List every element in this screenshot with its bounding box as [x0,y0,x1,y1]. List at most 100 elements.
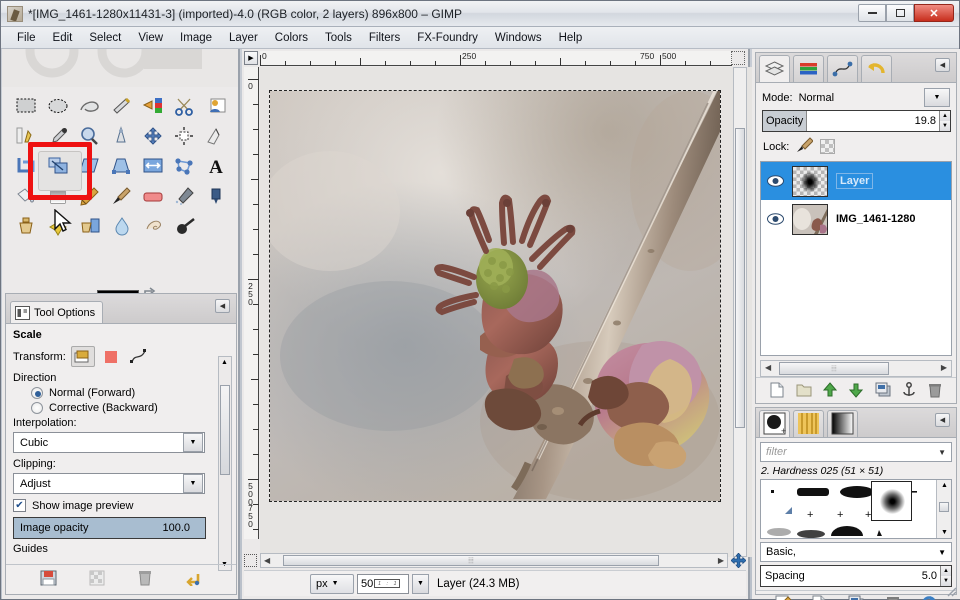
layer-list-scrollbar[interactable]: ◀ ⦙⦙⦙ ▶ [760,360,952,377]
menu-fx-foundry[interactable]: FX-Foundry [409,30,486,46]
direction-normal-radio[interactable] [31,387,43,399]
zoom-image-button[interactable] [731,51,745,65]
paintbrush-icon[interactable] [105,181,137,211]
brush-tag-select[interactable]: Basic, ▼ [760,542,952,562]
tab-channels[interactable] [793,55,824,82]
interpolation-select[interactable]: Cubic ▼ [13,432,205,453]
transform-layer-button[interactable] [70,346,95,367]
direction-corrective-row[interactable]: Corrective (Backward) [31,402,229,414]
tab-paths[interactable] [827,55,858,82]
dodge-burn-icon[interactable] [170,211,202,241]
scroll-down-icon[interactable]: ▼ [941,529,948,536]
menu-tools[interactable]: Tools [317,30,360,46]
lower-layer-button[interactable] [848,382,864,401]
close-button[interactable]: ✕ [914,4,954,22]
duplicate-brush-button[interactable] [848,595,864,600]
transform-selection-button[interactable] [99,346,123,367]
menu-filters[interactable]: Filters [361,30,408,46]
layer-row-0[interactable]: Layer [761,162,951,200]
eraser-icon[interactable] [137,181,169,211]
save-tool-preset-button[interactable] [40,570,57,589]
lock-alpha-button[interactable] [820,139,836,154]
unit-select[interactable]: px ▼ [310,573,354,594]
select-by-color-icon[interactable] [137,91,169,121]
selected-brush-thumbnail[interactable] [871,481,912,521]
airbrush-icon[interactable] [169,181,201,211]
zoom-input[interactable]: 50 1:1 [357,573,409,594]
tab-brushes[interactable]: + [759,410,790,437]
vertical-ruler[interactable]: 0 250 500 [244,67,259,539]
menu-select[interactable]: Select [81,30,129,46]
menu-file[interactable]: File [9,30,44,46]
tab-patterns[interactable] [793,410,824,437]
layer-scroll-thumb[interactable]: ⦙⦙⦙ [779,362,889,375]
reset-tool-options-button[interactable] [185,570,202,589]
ellipse-select-icon[interactable] [42,91,74,121]
direction-normal-row[interactable]: Normal (Forward) [31,387,229,399]
brushes-menu-button[interactable]: ◀ [935,413,950,427]
layer-opacity-stepper[interactable]: ▲ ▼ [939,111,950,131]
lock-pixels-button[interactable] [796,137,815,156]
menu-colors[interactable]: Colors [267,30,316,46]
scroll-right-icon[interactable]: ▶ [718,556,724,565]
measure-icon[interactable] [105,121,137,151]
fuzzy-select-icon[interactable] [105,91,137,121]
text-icon[interactable]: A [200,151,232,181]
show-image-preview-checkbox[interactable]: ✔ [13,499,26,512]
rect-select-icon[interactable] [10,91,42,121]
perspective-icon[interactable] [105,151,137,181]
scroll-up-icon[interactable]: ▲ [221,359,228,366]
canvas-menu-button[interactable]: ▶ [244,51,258,65]
canvas-horizontal-scrollbar[interactable]: ◀ ⦙⦙⦙ ▶ [260,553,728,568]
layer-name-0[interactable]: Layer [836,173,874,189]
new-brush-button[interactable] [812,595,826,600]
layer-name-1[interactable]: IMG_1461-1280 [836,213,916,225]
delete-tool-preset-button[interactable] [137,570,153,589]
brush-filter-input[interactable]: filter ▼ [760,442,952,462]
scroll-thumb[interactable] [220,385,230,475]
spacing-stepper[interactable]: ▲ ▼ [940,566,951,586]
image-opacity-slider[interactable]: Image opacity 100.0 ▲▼ [13,517,206,539]
clone-icon[interactable] [10,211,42,241]
menu-image[interactable]: Image [172,30,220,46]
tab-layers[interactable] [759,55,790,82]
menu-help[interactable]: Help [551,30,591,46]
flip-icon[interactable] [137,151,169,181]
layers-menu-button[interactable]: ◀ [935,58,950,72]
scroll-right-icon[interactable]: ▶ [941,363,947,372]
quick-mask-button[interactable] [244,554,257,567]
paths-icon[interactable] [10,121,42,151]
crop-icon[interactable] [10,151,42,181]
free-select-icon[interactable] [73,91,105,121]
tab-undo-history[interactable] [861,55,892,82]
tab-gradients[interactable] [827,410,858,437]
new-layer-button[interactable] [770,382,784,401]
cage-transform-icon[interactable] [169,151,201,181]
image-canvas[interactable] [269,90,721,502]
scissors-select-icon[interactable] [169,91,201,121]
zoom-icon[interactable] [73,121,105,151]
foreground-select-icon[interactable] [200,91,232,121]
ink-icon[interactable] [200,181,232,211]
scroll-left-icon[interactable]: ◀ [264,556,270,565]
edit-brush-button[interactable] [775,595,792,600]
resize-grip[interactable] [945,585,957,597]
clipping-select[interactable]: Adjust ▼ [13,473,205,494]
menu-edit[interactable]: Edit [45,30,81,46]
blur-sharpen-icon[interactable] [106,211,138,241]
canvas-vscroll-thumb[interactable] [735,128,745,428]
tool-options-scrollbar[interactable]: ▲ ▼ [218,356,232,571]
show-image-preview-row[interactable]: ✔ Show image preview [13,499,229,512]
canvas-hscroll-thumb[interactable]: ⦙⦙⦙ [283,555,659,566]
restore-tool-preset-button[interactable] [89,570,105,589]
direction-corrective-radio[interactable] [31,402,43,414]
color-picker-icon[interactable] [42,121,74,151]
minimize-button[interactable] [858,4,886,22]
free-transform-icon[interactable] [200,121,232,151]
transform-path-button[interactable] [127,346,151,367]
delete-brush-button[interactable] [886,595,900,600]
tab-tool-options[interactable]: Tool Options [10,301,104,323]
brush-grid-scrollbar[interactable]: ▲ ▼ [936,480,951,538]
layer-opacity-slider[interactable]: Opacity 19.8 ▲ ▼ [762,110,951,132]
blend-mode-dropdown[interactable]: ▼ [924,88,950,107]
